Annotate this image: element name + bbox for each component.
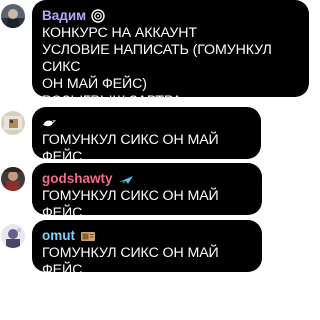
anchor-circle-icon — [91, 8, 105, 23]
chat-feed: Вадим КОНКУРС НА АККАУНТ УСЛОВИЕ НАПИСАТ… — [0, 0, 309, 320]
avatar[interactable] — [1, 4, 25, 28]
bird-icon — [42, 117, 58, 129]
author-row: Вадим — [42, 7, 300, 24]
author-row — [42, 114, 252, 131]
message-bubble[interactable]: godshawty ГОМУНКУЛ СИКС ОН МАЙ ФЕЙС — [32, 163, 262, 221]
avatar[interactable] — [1, 224, 25, 248]
message-bubble[interactable]: Вадим КОНКУРС НА АККАУНТ УСЛОВИЕ НАПИСАТ… — [32, 0, 309, 109]
message-bubble[interactable]: ГОМУНКУЛ СИКС ОН МАЙ ФЕЙС — [32, 107, 261, 165]
message-text: КОНКУРС НА АККАУНТ УСЛОВИЕ НАПИСАТЬ (ГОМ… — [42, 25, 272, 109]
message-text: ГОМУНКУЛ СИКС ОН МАЙ ФЕЙС — [42, 188, 219, 221]
postcard-icon — [80, 230, 96, 242]
avatar[interactable] — [1, 111, 25, 135]
author-name[interactable]: Вадим — [42, 8, 86, 23]
avatar[interactable] — [1, 167, 25, 191]
author-row: omut — [42, 227, 253, 244]
message-text: ГОМУНКУЛ СИКС ОН МАЙ ФЕЙС — [42, 245, 219, 278]
jet-icon — [118, 173, 134, 185]
message-text: ГОМУНКУЛ СИКС ОН МАЙ ФЕЙС — [42, 132, 219, 165]
author-name[interactable]: godshawty — [42, 171, 113, 186]
message-bubble[interactable]: omut ГОМУНКУЛ СИКС ОН МАЙ ФЕЙС — [32, 220, 262, 278]
author-row: godshawty — [42, 170, 253, 187]
author-name[interactable]: omut — [42, 228, 75, 243]
